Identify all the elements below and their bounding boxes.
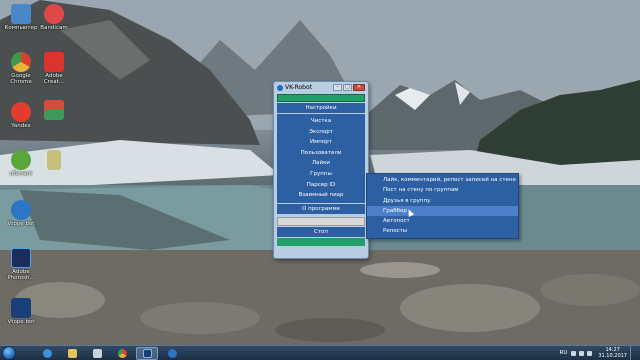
network-icon[interactable] bbox=[579, 350, 585, 356]
submenu-item-grabber[interactable]: Граббер bbox=[367, 205, 518, 217]
vkrobot-window[interactable]: VK-Robot – □ ✕ Настройки Чистка Экспорт … bbox=[273, 81, 369, 259]
desktop-icon-photoshop[interactable]: Adobe Photosh... bbox=[2, 248, 40, 281]
app-icon-2 bbox=[44, 100, 64, 120]
submenu-item-friends-to-group[interactable]: Друзья в группу bbox=[367, 196, 518, 206]
adobe-creative-cloud-icon bbox=[44, 52, 64, 72]
chrome-taskbar-icon bbox=[117, 348, 127, 358]
desktop-icon-vtope-bot[interactable]: Vtope bot bbox=[2, 200, 40, 227]
taskbar: RU 14:27 31.10.2017 bbox=[0, 345, 640, 360]
volume-icon[interactable] bbox=[587, 350, 593, 356]
menu-item-cleanup[interactable]: Чистка bbox=[277, 116, 365, 127]
tray-arrow-icon[interactable] bbox=[571, 350, 577, 356]
menu-item-mutual-pr[interactable]: Взаимный пиар bbox=[277, 190, 365, 201]
desktop-icon-file[interactable] bbox=[35, 150, 73, 171]
clock[interactable]: 14:27 31.10.2017 bbox=[598, 347, 627, 359]
close-button[interactable]: ✕ bbox=[353, 84, 365, 91]
progress-bar bbox=[277, 216, 365, 226]
taskbar-item-chrome[interactable] bbox=[111, 347, 133, 360]
menu-item-id-parser[interactable]: Парсер ID bbox=[277, 180, 365, 191]
desktop-icon-bandicam[interactable]: Bandicam bbox=[35, 4, 73, 31]
clock-date: 31.10.2017 bbox=[598, 353, 627, 359]
desktop-icon-vkrobot[interactable]: Vtope bot bbox=[2, 298, 40, 325]
desktop-icon-label: Vtope bot bbox=[7, 319, 35, 325]
show-desktop-button[interactable] bbox=[630, 345, 636, 360]
taskbar-item-ie[interactable] bbox=[36, 347, 58, 360]
submenu-item-autopost[interactable]: Автопост bbox=[367, 216, 518, 226]
desktop-icon-app2[interactable] bbox=[35, 100, 73, 121]
explorer-taskbar-icon bbox=[67, 348, 77, 358]
vtope-bot-icon bbox=[11, 200, 31, 220]
desktop-icon-label: Yandex bbox=[11, 123, 31, 129]
desktop-icon-label: Bandicam bbox=[40, 25, 68, 31]
status-bar bbox=[277, 94, 365, 102]
window-titlebar[interactable]: VK-Robot – □ ✕ bbox=[274, 82, 368, 93]
desktop-icon-label: uTorrent bbox=[9, 171, 33, 177]
vkrobot-desktop-icon bbox=[11, 298, 31, 318]
desktop-icon-label: Adobe Creat... bbox=[43, 73, 65, 85]
yandex-icon bbox=[11, 102, 31, 122]
submenu-item-wall-post-groups[interactable]: Пост на стену по группам bbox=[367, 185, 518, 195]
minimize-button[interactable]: – bbox=[333, 84, 342, 91]
desktop-icon-label: Adobe Photosh... bbox=[7, 269, 35, 281]
about-button[interactable]: О программе bbox=[277, 203, 365, 214]
taskbar-item-vkrobot[interactable] bbox=[136, 346, 158, 360]
menu-item-import[interactable]: Импорт bbox=[277, 137, 365, 148]
utorrent-icon bbox=[11, 150, 31, 170]
window-body: Настройки Чистка Экспорт Импорт Пользова… bbox=[277, 94, 365, 255]
menu-item-groups[interactable]: Группы bbox=[277, 169, 365, 180]
taskbar-item-vtope[interactable] bbox=[161, 347, 183, 360]
computer-icon bbox=[11, 4, 31, 24]
main-menu: Чистка Экспорт Импорт Пользователи Лайки… bbox=[277, 114, 365, 203]
photoshop-icon bbox=[11, 248, 31, 268]
media-taskbar-icon bbox=[92, 348, 102, 358]
settings-button[interactable]: Настройки bbox=[277, 103, 365, 113]
submenu-item-like-comment-repost[interactable]: Лайк, комментарий, репост записей на сте… bbox=[367, 175, 518, 185]
chrome-icon bbox=[11, 52, 31, 72]
stop-button[interactable]: Стоп bbox=[277, 226, 365, 237]
file-icon bbox=[47, 150, 61, 170]
system-tray: RU 14:27 31.10.2017 bbox=[560, 345, 640, 360]
vtope-taskbar-icon bbox=[167, 348, 177, 358]
bandicam-icon bbox=[44, 4, 64, 24]
desktop-icon-adobe-cc[interactable]: Adobe Creat... bbox=[35, 52, 73, 85]
bottom-status-bar bbox=[277, 237, 365, 246]
vkrobot-taskbar-icon bbox=[142, 348, 152, 358]
start-button[interactable] bbox=[2, 346, 16, 360]
language-indicator[interactable]: RU bbox=[560, 350, 568, 356]
desktop-icon-label: Vtope bot bbox=[7, 221, 35, 227]
taskbar-item-media[interactable] bbox=[86, 347, 108, 360]
app-icon bbox=[277, 84, 283, 91]
menu-item-users[interactable]: Пользователи bbox=[277, 148, 365, 159]
menu-item-export[interactable]: Экспорт bbox=[277, 127, 365, 138]
maximize-button[interactable]: □ bbox=[343, 84, 352, 91]
groups-submenu: Лайк, комментарий, репост записей на сте… bbox=[366, 173, 519, 239]
submenu-item-reposts[interactable]: Репосты bbox=[367, 226, 518, 236]
taskbar-item-explorer[interactable] bbox=[61, 347, 83, 360]
menu-item-likes[interactable]: Лайки bbox=[277, 158, 365, 169]
ie-taskbar-icon bbox=[42, 348, 52, 358]
window-title: VK-Robot bbox=[285, 84, 312, 91]
